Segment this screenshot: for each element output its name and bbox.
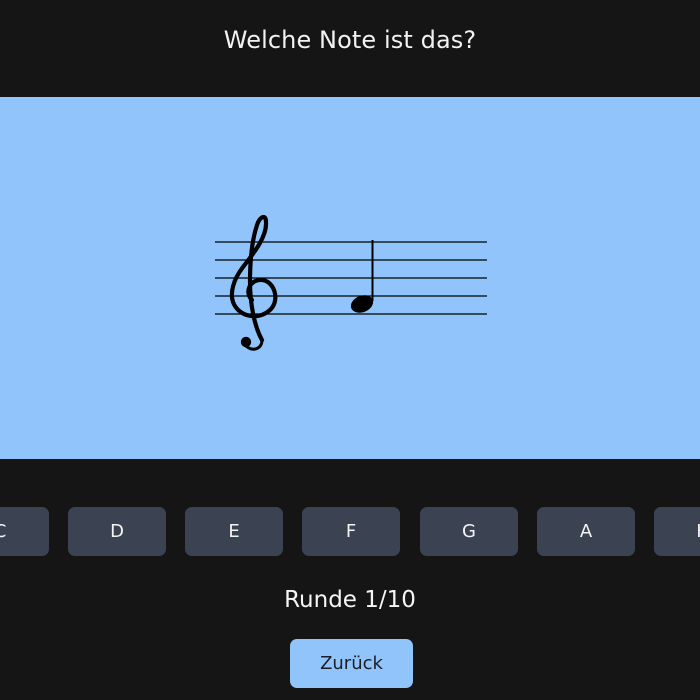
round-counter: Runde 1/10: [284, 587, 416, 613]
note-quiz-screen: Welche Note ist das? C D E F: [0, 0, 700, 700]
staff-panel: [0, 97, 700, 459]
answer-button-g[interactable]: G: [420, 507, 518, 556]
answer-button-d[interactable]: D: [68, 507, 166, 556]
question-title: Welche Note ist das?: [223, 26, 477, 54]
music-staff: [215, 214, 487, 351]
answer-button-f[interactable]: F: [302, 507, 400, 556]
answer-button-c[interactable]: C: [0, 507, 49, 556]
answer-button-a[interactable]: A: [537, 507, 635, 556]
answer-options: C D E F G A H: [0, 507, 700, 556]
treble-clef-icon: [229, 214, 278, 351]
answer-button-h[interactable]: H: [654, 507, 700, 556]
answer-button-e[interactable]: E: [185, 507, 283, 556]
back-button[interactable]: Zurück: [290, 639, 413, 688]
